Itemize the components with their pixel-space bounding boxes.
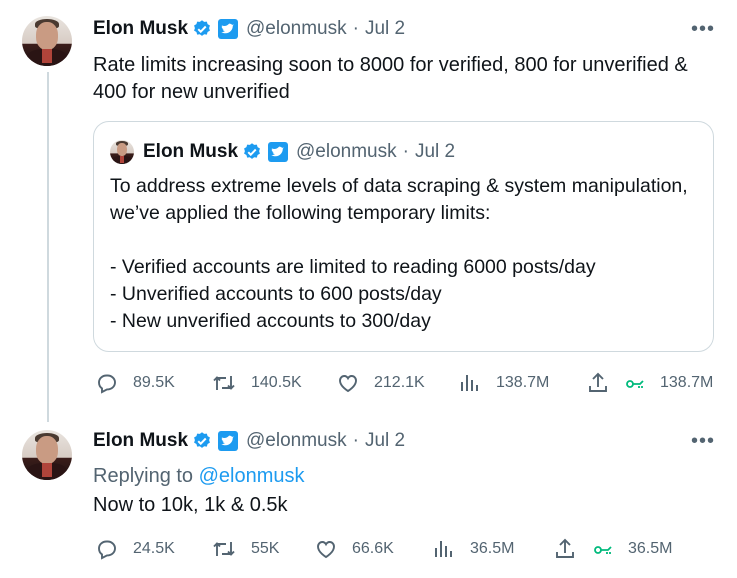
tweet-header: Elon Musk @elonmusk · Jul 2: [93, 430, 405, 452]
quote-date: Jul 2: [414, 141, 456, 162]
reply-button[interactable]: 24.5K: [95, 537, 175, 561]
avatar[interactable]: [22, 430, 72, 480]
affiliate-badge-icon: [218, 19, 239, 39]
tweet-date[interactable]: Jul 2: [365, 430, 405, 452]
views-icon: [435, 541, 452, 557]
replying-prefix: Replying to: [93, 465, 199, 487]
more-icon[interactable]: •••: [691, 18, 715, 41]
views-count: 138.7M: [496, 374, 550, 391]
quote-list-item: - Unverified accounts to 600 posts/day: [110, 283, 442, 305]
separator: ·: [402, 141, 409, 162]
repost-button[interactable]: 140.5K: [211, 371, 302, 395]
reply-icon: [98, 374, 116, 394]
like-icon: [317, 541, 335, 559]
quote-list-item: - Verified accounts are limited to readi…: [110, 256, 596, 278]
reply-icon: [98, 540, 116, 560]
share-icon: [589, 372, 607, 392]
tweet-header: Elon Musk @elonmusk · Jul 2: [93, 18, 405, 40]
reply-count: 24.5K: [133, 540, 175, 557]
views-count: 36.5M: [470, 540, 515, 557]
share-icon: [556, 538, 574, 558]
repost-icon: [213, 542, 235, 556]
tweet-date[interactable]: Jul 2: [365, 18, 405, 40]
share-button[interactable]: [553, 537, 577, 566]
affiliate-badge-icon: [218, 431, 239, 451]
quote-author-handle: @elonmusk: [296, 141, 397, 162]
repost-count: 55K: [251, 540, 280, 557]
reply-button[interactable]: 89.5K: [95, 371, 175, 395]
reply-count: 89.5K: [133, 374, 175, 391]
views-button[interactable]: 36.5M: [432, 537, 514, 561]
author-name[interactable]: Elon Musk: [93, 18, 188, 40]
affiliate-badge-icon: [268, 142, 289, 162]
tweet-text: Now to 10k, 1k & 0.5k: [93, 494, 288, 516]
separator: ·: [352, 18, 359, 39]
quote-list-item: - New unverified accounts to 300/day: [110, 310, 431, 332]
grok-views-count: 138.7M: [660, 374, 714, 391]
author-handle[interactable]: @elonmusk: [246, 18, 347, 40]
like-button[interactable]: 66.6K: [314, 537, 394, 561]
quote-author-name: Elon Musk: [143, 141, 239, 162]
grok-views-button[interactable]: 36.5M: [592, 537, 672, 561]
like-count: 66.6K: [352, 540, 394, 557]
grok-icon: [594, 546, 612, 554]
grok-icon: [626, 380, 644, 388]
like-icon: [339, 375, 357, 393]
author-handle[interactable]: @elonmusk: [246, 430, 347, 452]
repost-icon: [213, 376, 235, 390]
tweet-text: Rate limits increasing soon to 8000 for …: [93, 54, 694, 103]
quote-header: Elon Musk @elonmusk · Jul 2: [143, 141, 455, 163]
author-name[interactable]: Elon Musk: [93, 430, 188, 452]
share-button[interactable]: [586, 371, 610, 400]
quote-text: To address extreme levels of data scrapi…: [110, 175, 694, 224]
verified-badge-icon: [244, 143, 260, 159]
repost-count: 140.5K: [251, 374, 302, 391]
repost-button[interactable]: 55K: [211, 537, 279, 561]
replying-handle-link[interactable]: @elonmusk: [199, 465, 305, 487]
more-icon[interactable]: •••: [691, 430, 715, 453]
like-count: 212.1K: [374, 374, 425, 391]
verified-badge-icon: [194, 432, 210, 448]
thread-line: [47, 72, 49, 422]
views-icon: [461, 375, 478, 391]
quote-avatar: [110, 140, 134, 164]
avatar[interactable]: [22, 16, 72, 66]
verified-badge-icon: [194, 20, 210, 36]
grok-views-button[interactable]: 138.7M: [624, 371, 713, 395]
like-button[interactable]: 212.1K: [336, 371, 425, 395]
grok-views-count: 36.5M: [628, 540, 673, 557]
views-button[interactable]: 138.7M: [458, 371, 549, 395]
separator: ·: [352, 430, 359, 451]
replying-to: Replying to @elonmusk: [93, 463, 305, 490]
